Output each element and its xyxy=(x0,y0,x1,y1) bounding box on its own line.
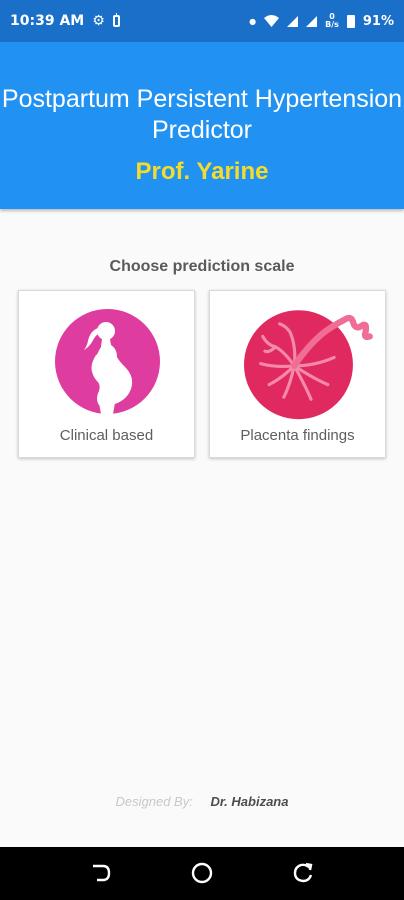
footer-author: Dr. Habizana xyxy=(210,794,289,809)
placenta-icon xyxy=(244,310,373,420)
wifi-icon xyxy=(264,15,280,27)
clinical-based-label: Clinical based xyxy=(59,427,154,444)
home-icon[interactable] xyxy=(190,861,214,885)
battery-icon xyxy=(346,14,355,28)
pregnant-woman-icon xyxy=(55,309,160,414)
recents-icon[interactable] xyxy=(291,861,315,885)
prediction-scale-prompt: Choose prediction scale xyxy=(109,258,295,275)
app-title: Postpartum Persistent Hypertension Predi… xyxy=(1,85,403,144)
app-subtitle: Prof. Yarine xyxy=(135,158,269,185)
footer-label: Designed By: xyxy=(115,794,193,809)
status-right: ● 0 B/s 91% xyxy=(249,13,394,29)
battery-saver-icon xyxy=(112,13,120,27)
footer-credit: Designed By: Dr. Habizana xyxy=(0,794,404,809)
signal-icon xyxy=(306,15,318,27)
clinical-based-card[interactable]: Clinical based xyxy=(18,290,195,458)
status-left: 10:39 AM ⚙ xyxy=(10,13,120,29)
placenta-findings-label: Placenta findings xyxy=(240,427,355,444)
status-time: 10:39 AM xyxy=(10,13,85,29)
signal-icon xyxy=(287,15,299,27)
dot-icon: ● xyxy=(249,16,257,26)
network-speed: 0 B/s xyxy=(325,13,339,29)
app-header: Postpartum Persistent Hypertension Predi… xyxy=(0,42,404,209)
placenta-findings-card[interactable]: Placenta findings xyxy=(209,290,386,458)
navigation-bar xyxy=(0,847,404,900)
gear-icon: ⚙ xyxy=(92,13,105,29)
network-speed-unit: B/s xyxy=(325,20,339,29)
status-bar: 10:39 AM ⚙ ● 0 B/s 91% xyxy=(0,0,404,42)
battery-percent: 91% xyxy=(362,13,394,29)
back-icon[interactable] xyxy=(89,861,113,885)
